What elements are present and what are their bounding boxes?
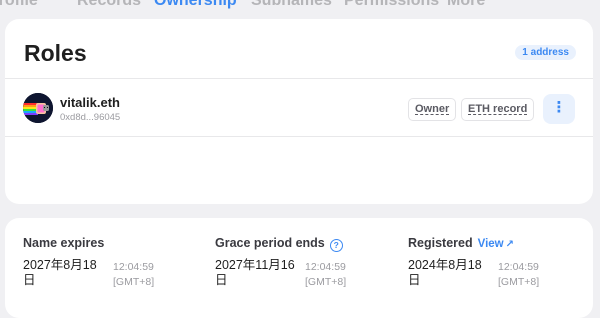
more-options-button[interactable]: ⋮ [543,94,575,124]
registered-time: 12:04:59 [GMT+8] [498,261,540,288]
grace-date: 2027年11月16日 [215,258,295,287]
external-link-icon[interactable]: ↗ [506,239,514,250]
owner-address: 0xd8d...96045 [60,112,121,123]
grace-time: 12:04:59 [GMT+8] [305,261,347,288]
expiry-column: Name expires 2027年8月18日 12:04:59 [GMT+8] [23,236,154,288]
registered-label: Registered [408,236,473,250]
roles-card: Roles 1 address vitalik.eth 0xd8d...9604… [5,19,593,204]
owner-name[interactable]: vitalik.eth [60,95,120,110]
registered-date: 2024年8月18日 [408,258,482,287]
tab-bar: Profile Records Ownership Subnames Permi… [0,0,600,14]
tab-ownership[interactable]: Ownership [154,0,237,10]
eth-record-role-tag[interactable]: ETH record [461,98,535,121]
view-link[interactable]: View [478,238,504,250]
tab-more[interactable]: More [447,0,485,10]
divider [5,136,593,137]
tab-subnames[interactable]: Subnames [251,0,332,10]
owner-role-tag[interactable]: Owner [408,98,457,121]
roles-title: Roles [24,40,87,66]
tab-records[interactable]: Records [77,0,141,10]
tab-profile[interactable]: Profile [0,0,38,10]
avatar [23,93,53,123]
divider [5,78,593,79]
grace-label-row: Grace period ends? [215,236,343,252]
expiry-label: Name expires [23,236,105,250]
grace-column: Grace period ends? 2027年11月16日 12:04:59 … [215,236,346,288]
registered-column: Registered View ↗ 2024年8月18日 12:04:59 [GMT… [408,236,539,288]
grace-label: Grace period ends [215,236,325,250]
registered-label-row: Registered View ↗ [408,236,514,250]
tab-permissions[interactable]: Permissions [344,0,439,10]
nyan-cat-avatar-icon [23,93,53,123]
address-count-badge: 1 address [515,45,576,60]
question-icon[interactable]: ? [329,239,343,252]
expiry-time: 12:04:59 [GMT+8] [113,261,155,288]
vertical-ellipsis-icon: ⋮ [551,99,567,116]
dates-card: Name expires 2027年8月18日 12:04:59 [GMT+8]… [5,218,593,318]
expiry-date: 2027年8月18日 [23,258,97,287]
